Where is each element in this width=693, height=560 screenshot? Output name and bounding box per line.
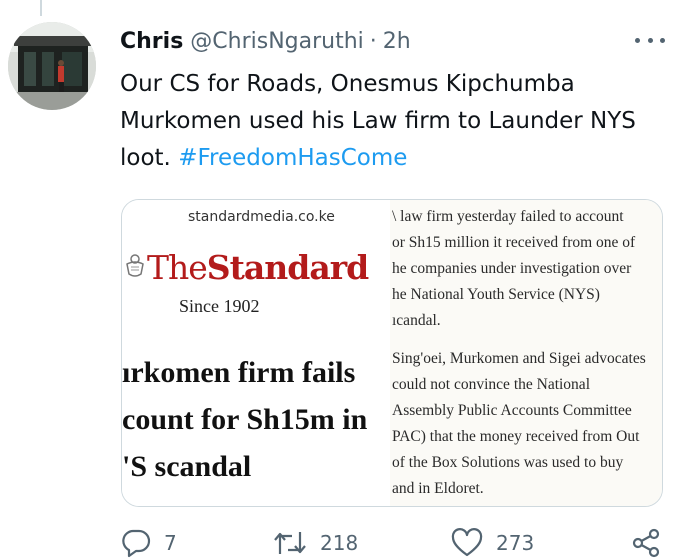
article-line: he National Youth Service (NYS) (392, 286, 600, 303)
heart-icon (451, 528, 483, 557)
card-source: standardmedia.co.ke (188, 209, 335, 225)
like-count: 273 (496, 531, 535, 555)
avatar-image (8, 22, 96, 110)
article-line: or Sh15 million it received from one of (392, 234, 636, 251)
article-line: Sing'oei, Murkomen and Sigei advocates (392, 350, 646, 367)
standard-logo: TheStandard (147, 248, 369, 287)
separator-dot: · (369, 28, 377, 54)
action-bar: 7 218 273 (120, 528, 680, 560)
thread-line (40, 0, 42, 16)
reply-icon (122, 529, 151, 558)
retweet-icon (274, 532, 306, 554)
more-options-icon[interactable] (635, 30, 665, 50)
avatar[interactable] (8, 22, 96, 110)
article-line: Assembly Public Accounts Committee (392, 402, 632, 419)
logo-bold: Standard (206, 248, 369, 287)
logo-since: Since 1902 (179, 296, 260, 316)
reply-button[interactable]: 7 (120, 528, 177, 558)
headline-line: ırkomen firm fails (122, 356, 356, 389)
card-left-pane: standardmedia.co.ke TheStandard Since 19… (122, 200, 392, 506)
timestamp[interactable]: 2h (383, 29, 411, 54)
crest-icon (126, 254, 144, 277)
article-line: and in Eldoret. (392, 480, 484, 497)
share-icon (632, 528, 660, 558)
tweet-text: Our CS for Roads, Onesmus Kipchumba Murk… (120, 66, 680, 177)
share-button[interactable] (630, 528, 662, 558)
headline-line: 'S scandal (122, 450, 252, 483)
retweet-count: 218 (320, 531, 359, 555)
article-line: \ law firm yesterday failed to account (392, 208, 624, 225)
hashtag-link[interactable]: #FreedomHasCome (178, 145, 407, 171)
reply-count: 7 (164, 531, 177, 555)
article-line: could not convince the National (392, 376, 590, 393)
article-line: of the Box Solutions was used to buy (392, 454, 624, 471)
article-line: he companies under investigation over (392, 260, 632, 277)
article-line: ıcandal. (392, 312, 441, 329)
like-button[interactable]: 273 (450, 528, 534, 558)
link-card[interactable]: standardmedia.co.ke TheStandard Since 19… (121, 199, 663, 507)
headline-line: count for Sh15m in (122, 403, 368, 436)
article-line: PAC) that the money received from Out (392, 428, 640, 445)
tweet-header: Chris @ChrisNgaruthi · 2h (120, 26, 693, 56)
retweet-button[interactable]: 218 (272, 528, 358, 558)
logo-light: The (147, 248, 208, 287)
author-handle[interactable]: @ChrisNgaruthi (190, 29, 364, 54)
author-name[interactable]: Chris (120, 29, 183, 54)
card-right-pane: \ law firm yesterday failed to account o… (390, 200, 662, 506)
